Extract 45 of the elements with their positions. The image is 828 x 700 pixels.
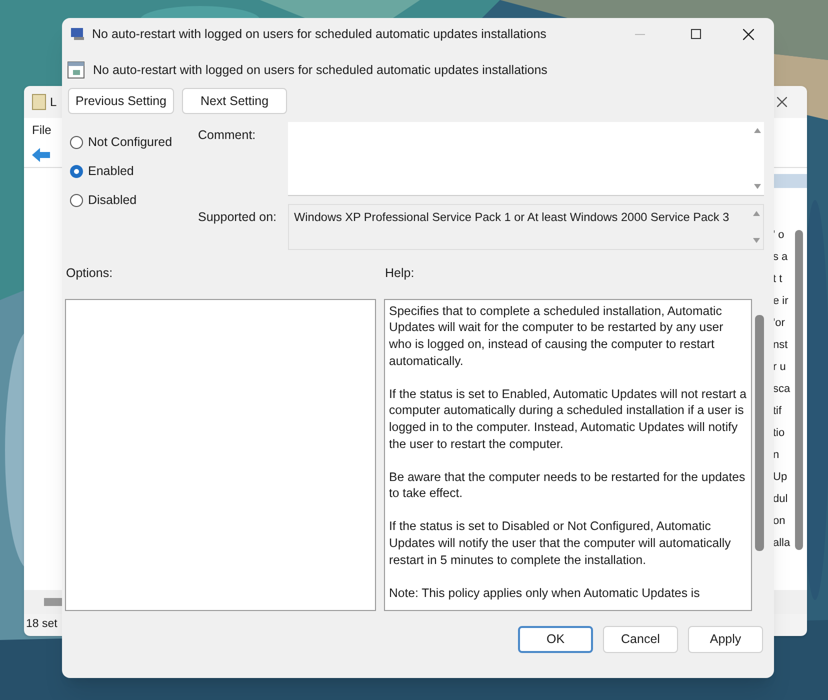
- scrollbar: [44, 598, 64, 606]
- help-label: Help:: [385, 265, 414, 282]
- options-label: Options:: [66, 265, 114, 282]
- dialog-button[interactable]: Cancel: [603, 626, 678, 653]
- supported-label: Supported on:: [198, 209, 278, 226]
- dialog-button[interactable]: OK: [518, 626, 593, 653]
- radio-option[interactable]: Enabled: [70, 162, 198, 181]
- column-text: alla: [773, 536, 792, 551]
- column-text: r u: [773, 360, 787, 375]
- computer-icon: [70, 27, 86, 41]
- column-text: tif: [773, 404, 783, 419]
- menu-item[interactable]: File: [32, 121, 52, 139]
- comment-label: Comment:: [198, 127, 257, 144]
- scroll-down-icon[interactable]: [754, 184, 760, 189]
- status-text: 18 set: [26, 617, 58, 632]
- supported-text: Windows XP Professional Service Pack 1 or At least Windows 2000 Service Pack 3: [293, 209, 730, 226]
- back-arrow-icon[interactable]: [32, 148, 50, 162]
- window-icon: [32, 94, 46, 110]
- help-paragraph: Specifies that to complete a scheduled installation, Automatic Updates will wait for the computer to be restarted by any user who is logged on, instead of causing the computer to restart automatically.: [389, 302, 724, 370]
- nav-button[interactable]: Previous Setting: [68, 88, 174, 114]
- scroll-up-icon[interactable]: [752, 211, 760, 216]
- policy-title: No auto-restart with logged on users for scheduled automatic updates installations: [93, 62, 548, 79]
- policy-icon: [67, 61, 85, 79]
- help-paragraph: Note: This policy applies only when Automatic Updates is: [389, 584, 701, 602]
- scroll-down-icon[interactable]: [752, 238, 760, 243]
- scroll-up-icon[interactable]: [754, 128, 760, 133]
- comment-field[interactable]: [288, 122, 764, 196]
- window-title: No auto-restart with logged on users for scheduled automatic updates installations: [92, 26, 546, 43]
- column-text: n: [773, 448, 780, 463]
- close-icon[interactable]: [777, 97, 787, 107]
- column-text: Up: [773, 470, 788, 485]
- column-text: dul: [773, 492, 789, 507]
- help-paragraph: If the status is set to Enabled, Automatic Updates will not restart a computer automatically during a scheduled installation if a user is logged in to the computer. Instead, Automatic Updates will notify the user to restart the computer.: [389, 386, 747, 452]
- radio-option[interactable]: Not Configured: [70, 133, 198, 152]
- window-title: L: [50, 94, 57, 111]
- dialog-button[interactable]: Apply: [688, 626, 763, 653]
- help-paragraph: Be aware that the computer needs to be restarted for the updates to take effect.: [389, 468, 746, 502]
- column-text: sca: [773, 382, 792, 397]
- radio-option[interactable]: Disabled: [70, 191, 198, 210]
- maximize-icon[interactable]: [691, 29, 701, 39]
- column-text: tio: [773, 426, 786, 441]
- nav-button[interactable]: Next Setting: [182, 88, 287, 114]
- help-paragraph: If the status is set to Disabled or Not Configured, Automatic Updates will notify the user that the computer will automatically restart in 5 minutes to complete the installation.: [389, 518, 732, 568]
- close-icon[interactable]: [743, 28, 754, 40]
- column-text: nst: [773, 338, 789, 353]
